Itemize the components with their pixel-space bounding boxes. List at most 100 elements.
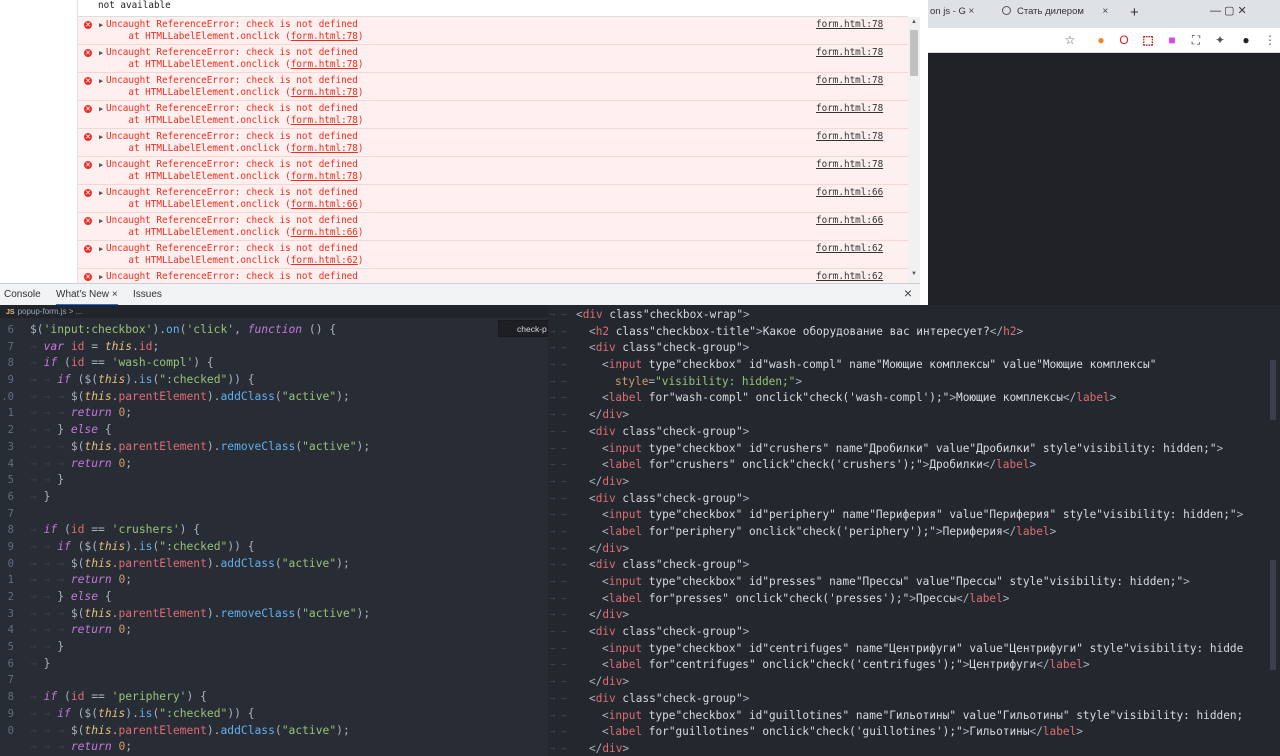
expand-triangle-icon[interactable]: ▶ (99, 189, 103, 197)
console-error-row[interactable]: ✕ ▶ Uncaught ReferenceError: check is not … (78, 185, 908, 213)
code-line: 8 → if (id == 'wash-compl') { (0, 355, 548, 372)
gradient-icon[interactable]: ■ (1164, 32, 1180, 48)
stack-link[interactable]: form.html:78 (291, 59, 358, 70)
console-error-row[interactable]: ✕ ▶ Uncaught ReferenceError: check is not … (78, 213, 908, 241)
error-icon: ✕ (84, 133, 92, 141)
stack-link[interactable]: form.html:78 (291, 171, 358, 182)
expand-triangle-icon[interactable]: ▶ (99, 273, 103, 281)
html-source-panel: → → <div class"checkbox-wrap"> → → <h2 clas… (548, 305, 1280, 756)
stack-link[interactable]: form.html:62 (291, 255, 358, 266)
browser-tab-2[interactable]: Стать дилером × (1002, 6, 1108, 17)
close-icon[interactable]: × (112, 289, 118, 300)
html-scrollbar-marker[interactable] (1270, 560, 1276, 670)
code-line: 6 → } (0, 656, 548, 673)
browser-tab-2-title: Стать дилером (1017, 6, 1084, 17)
extension-orange-icon[interactable]: ● (1093, 32, 1109, 48)
code-line: 7 → var id = this.id; (0, 339, 548, 356)
puzzle-icon[interactable]: ✦ (1212, 32, 1228, 48)
code-line: 6 → } (0, 489, 548, 506)
html-line: → → <div class"check-group"> (548, 691, 1280, 708)
tab-issues[interactable]: Issues (133, 289, 162, 300)
html-scrollbar-marker[interactable] (1270, 360, 1276, 420)
console-error-row[interactable]: ✕ ▶ Uncaught ReferenceError: check is not … (78, 45, 908, 73)
error-stack: at HTMLLabelElement.onclick (form.html:7… (106, 87, 364, 98)
stack-link[interactable]: form.html:66 (291, 227, 358, 238)
html-line-content: <div class"check-group"> (589, 691, 750, 705)
stack-link[interactable]: form.html:78 (291, 87, 358, 98)
breadcrumb-path[interactable]: > ... (69, 307, 83, 316)
expand-triangle-icon[interactable]: ▶ (99, 77, 103, 85)
stack-link[interactable]: form.html:78 (291, 31, 358, 42)
menu-icon[interactable]: ⋮ (1262, 32, 1278, 48)
line-number: 9 (7, 707, 14, 720)
drawer-close-icon[interactable]: × (904, 285, 912, 301)
indent-guide-icon: → → (550, 643, 567, 654)
page-content-area (928, 53, 1280, 305)
console-error-row[interactable]: ✕ ▶ Uncaught ReferenceError: check is not … (78, 17, 908, 45)
tab-console[interactable]: Console (4, 289, 41, 300)
error-source-link[interactable]: form.html:78 (816, 160, 883, 170)
tab-whats-new[interactable]: What's New × (56, 289, 118, 306)
stack-link[interactable]: form.html:78 (291, 115, 358, 126)
html-line: → → <input type"checkbox" id"wash-compl" … (548, 357, 1280, 374)
html-line: → → <div class"check-group"> (548, 557, 1280, 574)
code-line: 8 → if (id == 'periphery') { (0, 689, 548, 706)
expand-triangle-icon[interactable]: ▶ (99, 245, 103, 253)
console-error-row[interactable]: ✕ ▶ Uncaught ReferenceError: check is not … (78, 73, 908, 101)
console-error-row[interactable]: ✕ ▶ Uncaught ReferenceError: check is not … (78, 269, 908, 283)
tab-close-icon[interactable]: × (969, 6, 975, 17)
expand-triangle-icon[interactable]: ▶ (99, 49, 103, 57)
scroll-up-arrow-icon[interactable]: ▲ (908, 17, 920, 27)
window-controls[interactable]: — ▢ ✕ (1210, 4, 1247, 17)
html-line: → → <input type"checkbox" id"guillotines"… (548, 708, 1280, 725)
expand-triangle-icon[interactable]: ▶ (99, 21, 103, 29)
error-source-link[interactable]: form.html:66 (816, 216, 883, 226)
error-source-link[interactable]: form.html:78 (816, 20, 883, 30)
pdf-icon[interactable]: ⬚ (1140, 32, 1156, 48)
error-source-link[interactable]: form.html:62 (816, 244, 883, 254)
console-error-row[interactable]: ✕ ▶ Uncaught ReferenceError: check is not … (78, 129, 908, 157)
devtools-console-panel: not available ✕ ▶ Uncaught ReferenceError:… (0, 0, 928, 306)
console-error-row[interactable]: ✕ ▶ Uncaught ReferenceError: check is not … (78, 101, 908, 129)
code-lines[interactable]: 6 $('input:checkbox').on('click', functio… (0, 322, 548, 756)
html-line: → → </div> (548, 674, 1280, 691)
html-lines[interactable]: → → <div class"checkbox-wrap"> → → <h2 clas… (548, 307, 1280, 756)
line-number: 5 (7, 641, 14, 654)
console-scroll-thumb[interactable] (910, 30, 918, 76)
file-tab-label[interactable]: popup-form.js (18, 307, 67, 316)
indent-guide-icon: → → (550, 610, 567, 621)
console-error-row[interactable]: ✕ ▶ Uncaught ReferenceError: check is not … (78, 157, 908, 185)
error-source-link[interactable]: form.html:62 (816, 272, 883, 282)
opera-icon[interactable]: O (1116, 32, 1132, 48)
error-message: Uncaught ReferenceError: check is not de… (106, 47, 358, 58)
console-error-row[interactable]: ✕ ▶ Uncaught ReferenceError: check is not … (78, 241, 908, 269)
error-source-link[interactable]: form.html:78 (816, 104, 883, 114)
expand-triangle-icon[interactable]: ▶ (99, 133, 103, 141)
error-source-link[interactable]: form.html:78 (816, 76, 883, 86)
browser-tab-1-title: on js - G (930, 6, 966, 17)
new-tab-button[interactable]: + (1130, 4, 1139, 21)
line-number: .0 (1, 390, 14, 403)
error-source-link[interactable]: form.html:78 (816, 132, 883, 142)
error-icon: ✕ (84, 21, 92, 29)
html-line: → → </div> (548, 741, 1280, 756)
error-source-link[interactable]: form.html:78 (816, 48, 883, 58)
html-line-content: <label for"presses" onclick"check('press… (602, 591, 1010, 605)
expand-triangle-icon[interactable]: ▶ (99, 217, 103, 225)
stack-link[interactable]: form.html:78 (291, 143, 358, 154)
indent-guide-icon: → → (550, 727, 567, 738)
stack-link[interactable]: form.html:66 (291, 199, 358, 210)
indent-guide-icon: → → (550, 393, 567, 404)
browser-tab-1[interactable]: on js - G × (930, 6, 974, 17)
error-source-link[interactable]: form.html:66 (816, 188, 883, 198)
star-icon[interactable]: ☆ (1062, 32, 1078, 48)
error-icon: ✕ (84, 217, 92, 225)
error-message: Uncaught ReferenceError: check is not de… (106, 243, 358, 254)
autocomplete-popup[interactable]: check-p (498, 320, 550, 337)
scroll-down-arrow-icon[interactable]: ▼ (908, 269, 920, 279)
expand-triangle-icon[interactable]: ▶ (99, 161, 103, 169)
avatar-icon[interactable]: ● (1238, 32, 1254, 48)
expand-triangle-icon[interactable]: ▶ (99, 105, 103, 113)
tab-close-icon[interactable]: × (1102, 6, 1108, 17)
screenshot-icon[interactable]: ⛶ (1188, 32, 1204, 48)
